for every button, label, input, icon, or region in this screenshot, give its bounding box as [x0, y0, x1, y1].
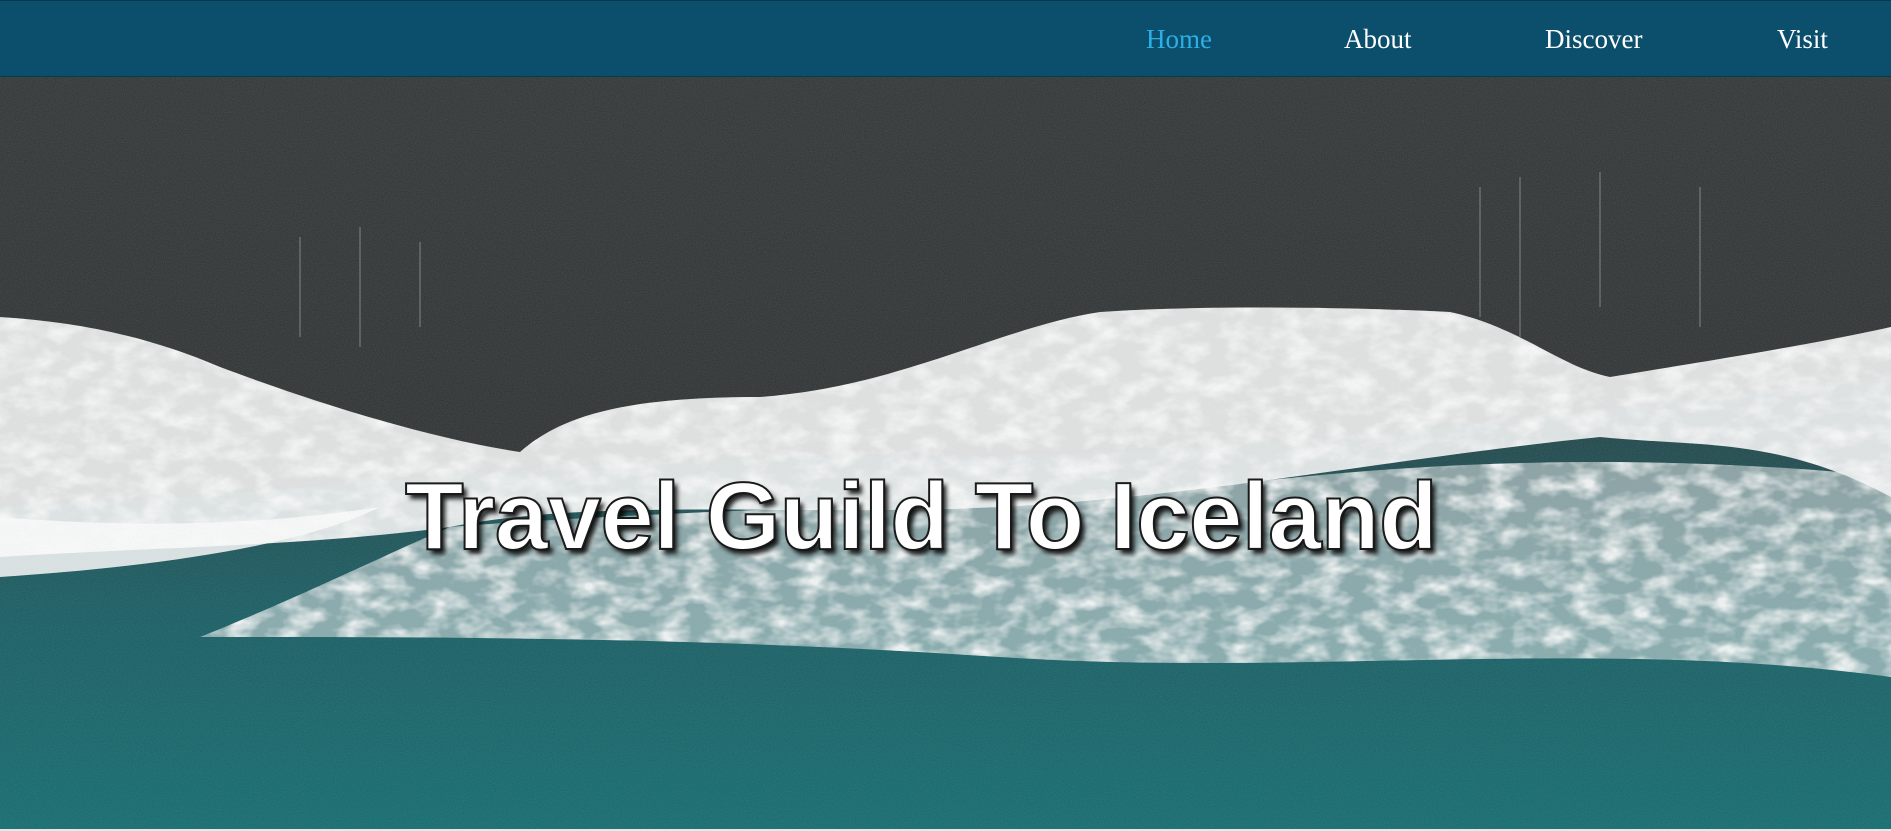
nav-link-visit[interactable]: Visit — [1777, 1, 1828, 78]
hero-banner: Travel Guild To Iceland — [0, 77, 1891, 831]
nav-link-about[interactable]: About — [1344, 1, 1412, 78]
hero-background-image — [0, 77, 1891, 831]
top-navbar: Home About Discover Visit — [0, 0, 1891, 77]
hero-title: Travel Guild To Iceland — [404, 462, 1439, 571]
nav-link-home[interactable]: Home — [1146, 1, 1212, 78]
nav-link-discover[interactable]: Discover — [1545, 1, 1642, 78]
